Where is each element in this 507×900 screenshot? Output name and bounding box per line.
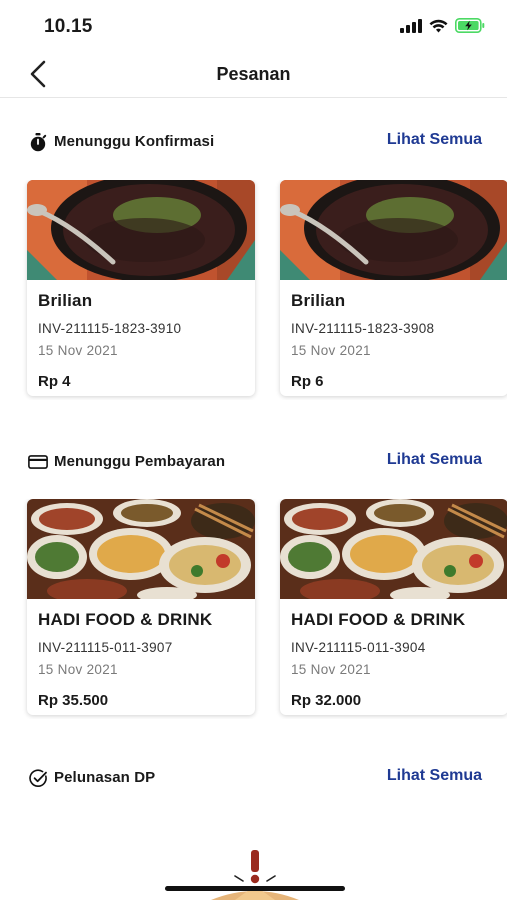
store-name: Brilian [38,291,93,310]
see-all-link-pembayaran[interactable]: Lihat Semua [387,451,482,469]
order-card[interactable]: HADI FOOD & DRINK INV-211115-011-3907 15… [27,499,255,715]
order-date: 15 Nov 2021 [38,343,118,358]
page-title: Pesanan [216,64,291,84]
invoice-number: INV-211115-011-3907 [38,640,173,655]
empty-state-illustration [211,850,299,900]
section-header-pelunasan-dp: Pelunasan DP Lihat Semua [0,766,507,790]
section-header-menunggu-pembayaran: Menunggu Pembayaran Lihat Semua [0,450,507,474]
card-body: Brilian INV-211115-1823-3908 15 Nov 2021… [280,280,507,390]
card-body: HADI FOOD & DRINK INV-211115-011-3904 15… [280,599,507,709]
invoice-number: INV-211115-011-3904 [291,640,426,655]
order-date: 15 Nov 2021 [291,343,371,358]
invoice-number: INV-211115-1823-3908 [291,321,435,336]
section-header-menunggu-konfirmasi: Menunggu Konfirmasi Lihat Semua [0,130,507,154]
status-time: 10.15 [44,16,93,37]
wifi-icon [429,19,448,32]
section-title: Pelunasan DP [54,769,156,786]
nav-bar: Pesanan [0,50,507,98]
store-name: Brilian [291,291,346,310]
order-price: Rp 6 [291,373,324,390]
store-name: HADI FOOD & DRINK [38,610,213,629]
card-body: HADI FOOD & DRINK INV-211115-011-3907 15… [27,599,255,709]
battery-icon [455,18,485,33]
card-body: Brilian INV-211115-1823-3910 15 Nov 2021… [27,280,255,390]
stopwatch-icon [28,132,48,152]
order-date: 15 Nov 2021 [38,662,118,677]
home-indicator [165,886,345,891]
see-all-link-konfirmasi[interactable]: Lihat Semua [387,131,482,149]
rice-dish-image [280,180,507,280]
food-spread-image [280,499,507,599]
order-card[interactable]: Brilian INV-211115-1823-3910 15 Nov 2021… [27,180,255,396]
signal-icon [400,18,422,33]
card-row-konfirmasi: Brilian INV-211115-1823-3910 15 Nov 2021… [0,180,507,400]
status-bar: 10.15 [0,0,507,50]
status-icons [400,18,485,33]
order-price: Rp 32.000 [291,692,362,709]
order-price: Rp 4 [38,373,71,390]
check-circle-icon [28,768,48,788]
card-row-pembayaran: HADI FOOD & DRINK INV-211115-011-3907 15… [0,499,507,719]
credit-card-icon [28,452,48,472]
invoice-number: INV-211115-1823-3910 [38,321,182,336]
section-title: Menunggu Pembayaran [54,453,226,470]
rice-dish-image [27,180,255,280]
section-title: Menunggu Konfirmasi [54,133,215,150]
order-price: Rp 35.500 [38,692,109,709]
store-name: HADI FOOD & DRINK [291,610,466,629]
order-card[interactable]: HADI FOOD & DRINK INV-211115-011-3904 15… [280,499,507,715]
see-all-link-pelunasan[interactable]: Lihat Semua [387,767,482,785]
order-date: 15 Nov 2021 [291,662,371,677]
food-spread-image [27,499,255,599]
order-card[interactable]: Brilian INV-211115-1823-3908 15 Nov 2021… [280,180,507,396]
